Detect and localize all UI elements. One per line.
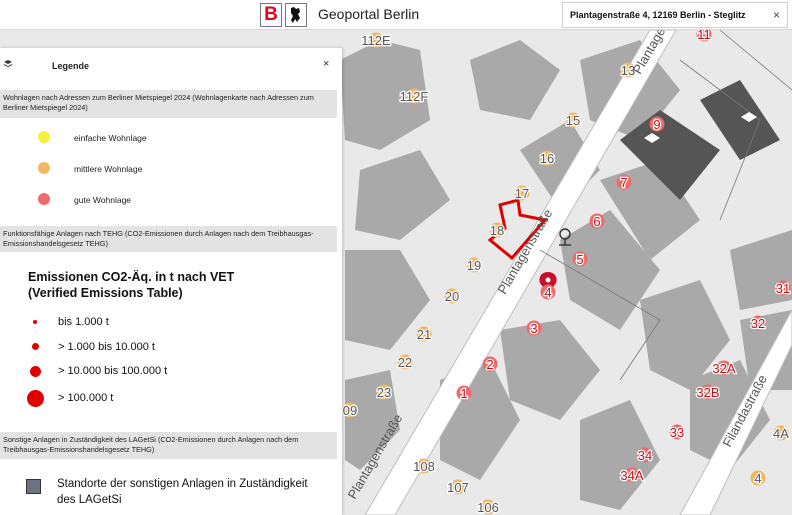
address-label: 107 [447, 480, 469, 495]
address-label: 4A [773, 426, 789, 441]
address-marker[interactable]: 20 [444, 288, 461, 306]
address-marker[interactable]: 106 [476, 499, 500, 515]
address-label: 112E [361, 33, 391, 48]
address-marker[interactable]: 32B [695, 384, 721, 402]
legend-label-gut: gute Wohnlage [74, 195, 132, 205]
address-marker[interactable]: 112F [398, 88, 429, 106]
legend-dot-mittel [38, 162, 50, 174]
app-header: B Geoportal Berlin Plantagenstraße 4, 12… [0, 0, 792, 30]
address-label: 32A [712, 361, 735, 376]
address-marker[interactable]: 34 [637, 447, 654, 465]
emission-label-1: bis 1.000 t [58, 316, 109, 328]
address-label: 32 [751, 316, 765, 331]
address-label: 31 [776, 281, 790, 296]
berlin-logo-b[interactable]: B [260, 3, 282, 27]
section-title-mietspiegel: Wohnlagen nach Adressen zum Berliner Mie… [0, 90, 337, 118]
address-label: 1 [460, 386, 467, 401]
lagetsi-square-icon [26, 479, 41, 494]
address-marker[interactable]: 21 [416, 326, 433, 344]
berlin-bear-icon[interactable] [285, 3, 307, 27]
legend-header: Legende × [0, 48, 342, 82]
emission-label-4: > 100.000 t [58, 392, 114, 404]
legend-dot-einfach [38, 131, 50, 143]
address-label: 3 [530, 321, 537, 336]
address-marker[interactable]: 09 [342, 402, 359, 420]
layers-icon [4, 60, 12, 67]
emission-dot-large [30, 366, 41, 377]
address-label: 21 [417, 327, 431, 342]
search-input[interactable]: Plantagenstraße 4, 12169 Berlin - Stegli… [562, 2, 788, 28]
address-label: 33 [670, 425, 684, 440]
address-marker[interactable]: 18 [489, 222, 506, 240]
legend-close-icon[interactable]: × [323, 58, 329, 70]
address-marker[interactable]: 22 [397, 354, 414, 372]
address-label: 108 [413, 459, 435, 474]
address-label: 34A [620, 468, 643, 483]
address-label: 34 [638, 448, 652, 463]
address-label: 106 [477, 500, 499, 515]
address-marker[interactable]: 32 [750, 315, 767, 333]
emission-dot-small [33, 320, 37, 324]
legend-panel: Legende × Wohnlagen nach Adressen zum Be… [0, 48, 342, 515]
portal-title: Geoportal Berlin [318, 6, 420, 22]
section-title-lagetsi: Sonstige Anlagen in Zuständigkeit des LA… [0, 432, 337, 459]
address-label: 4 [544, 285, 551, 300]
emission-label-2: > 1.000 bis 10.000 t [58, 341, 155, 353]
address-marker[interactable]: 16 [539, 150, 556, 168]
address-marker[interactable]: 32A [711, 360, 737, 378]
address-label: 19 [467, 258, 481, 273]
address-marker[interactable]: 33 [669, 424, 686, 442]
address-label: 4 [754, 471, 761, 486]
address-marker[interactable]: 112E [360, 32, 392, 50]
legend-label-einfach: einfache Wohnlage [74, 133, 147, 143]
address-label: 18 [490, 223, 504, 238]
address-label: 7 [620, 175, 627, 190]
address-label: 17 [515, 186, 529, 201]
address-label: 22 [398, 355, 412, 370]
lagetsi-label: Standorte der sonstigen Anlagen in Zustä… [57, 478, 308, 506]
emission-label-3: > 10.000 bis 100.000 t [58, 365, 168, 377]
address-label: 15 [566, 113, 580, 128]
address-marker[interactable]: 34A [619, 467, 645, 485]
address-label: 16 [540, 151, 554, 166]
address-marker[interactable]: 4A [772, 425, 791, 443]
legend-label-mittel: mittlere Wohnlage [74, 164, 143, 174]
address-marker[interactable]: 31 [775, 280, 792, 298]
address-label: 20 [445, 289, 459, 304]
search-value: Plantagenstraße 4, 12169 Berlin - Stegli… [570, 10, 746, 20]
address-marker[interactable]: 15 [565, 112, 582, 130]
address-label: 5 [576, 252, 583, 267]
address-label: 2 [486, 357, 493, 372]
address-marker[interactable]: 17 [514, 185, 531, 203]
search-clear-icon[interactable]: × [773, 8, 780, 22]
emission-dot-medium [32, 343, 39, 350]
address-label: 32B [696, 385, 719, 400]
address-label: 9 [653, 117, 660, 132]
address-marker[interactable]: 107 [446, 479, 470, 497]
emission-title: Emissionen CO2-Äq. in t nach VET (Verifi… [28, 270, 235, 300]
address-label: 112F [400, 89, 429, 104]
address-label: 09 [343, 403, 357, 418]
legend-dot-gut [38, 193, 50, 205]
address-marker[interactable]: 108 [412, 458, 436, 476]
legend-title: Legende [52, 61, 90, 71]
emission-dot-xlarge [27, 390, 44, 407]
section-title-tehg: Funktionsfähige Anlagen nach TEHG (CO2-E… [0, 226, 337, 252]
address-marker[interactable]: 23 [376, 384, 393, 402]
address-label: 23 [377, 385, 391, 400]
address-marker[interactable]: 19 [466, 257, 483, 275]
address-label: 6 [593, 214, 600, 229]
